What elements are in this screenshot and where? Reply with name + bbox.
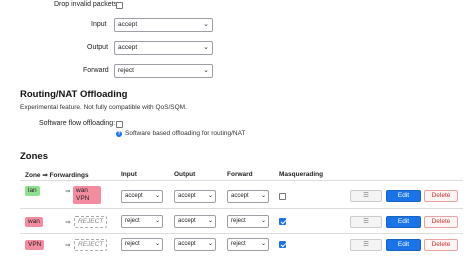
chevron-down-icon: ⌄ (207, 241, 213, 247)
row-input-select[interactable]: reject ⌄ (121, 215, 163, 228)
row-output-value: accept (178, 218, 196, 224)
zone-tag: lan (25, 186, 40, 196)
row-forward-select[interactable]: accept ⌄ (227, 190, 269, 203)
offload-description: Experimental feature. Not fully compatib… (20, 104, 187, 111)
forwardings-box: wan VPN (73, 186, 101, 204)
offload-title: Routing/NAT Offloading (20, 89, 128, 100)
delete-button[interactable]: Delete (424, 239, 458, 251)
sw-offload-label: Software flow offloading: (39, 120, 116, 127)
row-forward-value: reject (231, 241, 246, 247)
header-divider (20, 180, 463, 181)
edit-button[interactable]: Edit (386, 190, 421, 202)
row-output-select[interactable]: accept ⌄ (174, 190, 216, 203)
row-forward-select[interactable]: reject ⌄ (227, 238, 269, 251)
drag-handle-icon[interactable]: ☰ (350, 239, 382, 251)
row-divider (20, 208, 463, 209)
forwarding-tag: VPN (76, 195, 90, 202)
row-output-value: accept (178, 193, 196, 199)
drag-handle-icon[interactable]: ☰ (350, 190, 382, 202)
edit-button[interactable]: Edit (386, 216, 421, 228)
col-output: Output (174, 171, 196, 178)
forward-label: Forward (83, 67, 109, 74)
row-input-value: reject (125, 241, 140, 247)
row-output-select[interactable]: accept ⌄ (174, 215, 216, 228)
row-output-value: accept (178, 241, 196, 247)
output-label: Output (87, 44, 109, 51)
chevron-down-icon: ⌄ (154, 241, 160, 247)
chevron-down-icon: ⌄ (203, 67, 209, 74)
sw-offload-hint: ? Software based offloading for routing/… (116, 130, 245, 137)
forwarding-tag: REJECT (74, 239, 108, 251)
drop-invalid-label: Drop invalid packets (54, 1, 118, 8)
zone-tag: wan (25, 217, 43, 227)
arrow-icon: ⇒ (65, 188, 71, 195)
forward-select-value: reject (118, 67, 134, 74)
forward-select[interactable]: reject ⌄ (114, 64, 213, 78)
chevron-down-icon: ⌄ (260, 241, 266, 247)
chevron-down-icon: ⌄ (203, 44, 209, 51)
drag-handle-icon[interactable]: ☰ (350, 216, 382, 228)
chevron-down-icon: ⌄ (260, 218, 266, 224)
col-input: Input (121, 171, 137, 178)
zones-title: Zones (20, 151, 48, 162)
chevron-down-icon: ⌄ (154, 193, 160, 199)
row-divider (20, 233, 463, 234)
forwarding-tag: wan (76, 187, 88, 194)
masq-checkbox[interactable] (279, 218, 286, 225)
col-masq: Masquerading (279, 171, 324, 178)
row-forward-select[interactable]: reject ⌄ (227, 215, 269, 228)
row-forward-value: accept (231, 193, 249, 199)
chevron-down-icon: ⌄ (154, 218, 160, 224)
help-icon: ? (116, 130, 122, 137)
input-label: Input (91, 21, 107, 28)
row-output-select[interactable]: accept ⌄ (174, 238, 216, 251)
arrow-icon: ⇒ (65, 242, 71, 249)
chevron-down-icon: ⌄ (207, 193, 213, 199)
col-zone: Zone ⇒ Forwardings (25, 172, 89, 179)
sw-offload-hint-text: Software based offloading for routing/NA… (125, 130, 246, 137)
row-input-value: accept (125, 193, 143, 199)
delete-button[interactable]: Delete (424, 216, 458, 228)
input-select-value: accept (118, 21, 138, 28)
arrow-icon: ⇒ (65, 219, 71, 226)
edit-button[interactable]: Edit (386, 239, 421, 251)
chevron-down-icon: ⌄ (207, 218, 213, 224)
chevron-down-icon: ⌄ (203, 21, 209, 28)
forwarding-tag: REJECT (74, 216, 108, 228)
drop-invalid-checkbox[interactable] (116, 2, 123, 9)
row-input-select[interactable]: accept ⌄ (121, 190, 163, 203)
delete-button[interactable]: Delete (424, 190, 458, 202)
row-input-select[interactable]: reject ⌄ (121, 238, 163, 251)
masq-checkbox[interactable] (279, 241, 286, 248)
chevron-down-icon: ⌄ (260, 193, 266, 199)
masq-checkbox[interactable] (279, 193, 286, 200)
input-select[interactable]: accept ⌄ (114, 18, 213, 32)
output-select-value: accept (118, 44, 138, 51)
zone-tag: VPN (25, 240, 45, 250)
row-forward-value: reject (231, 218, 246, 224)
row-input-value: reject (125, 218, 140, 224)
sw-offload-checkbox[interactable] (116, 121, 123, 128)
output-select[interactable]: accept ⌄ (114, 41, 213, 55)
col-forward: Forward (227, 171, 253, 178)
